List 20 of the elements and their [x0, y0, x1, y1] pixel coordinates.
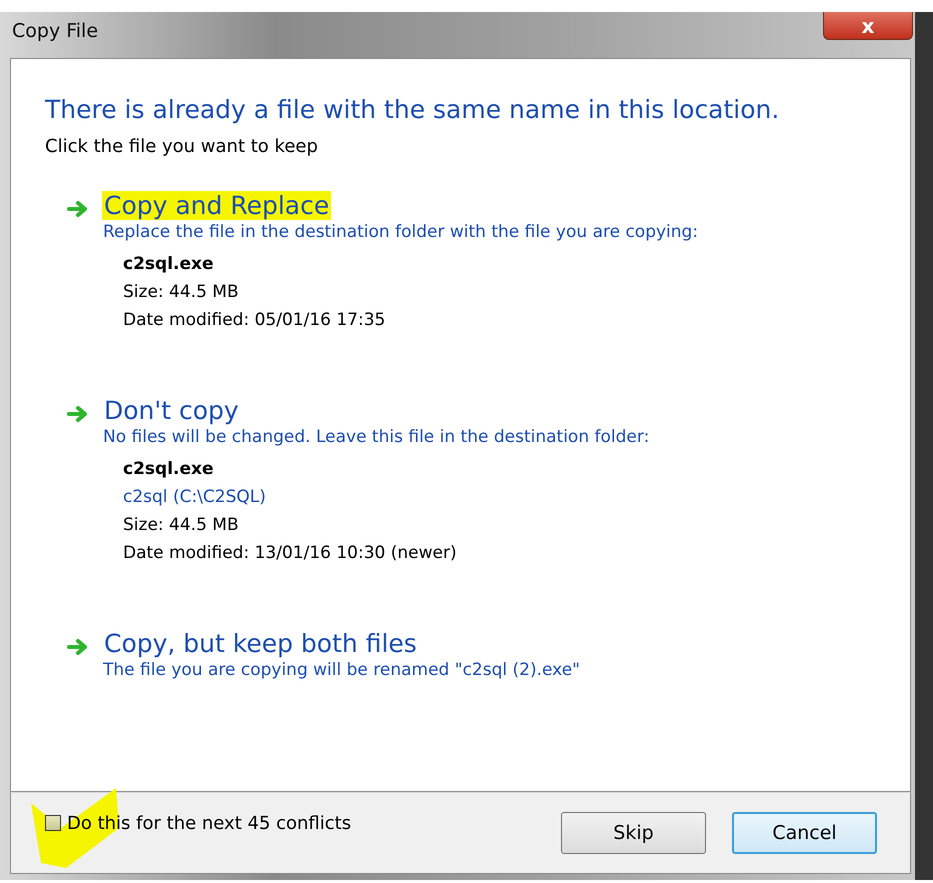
file-detail: Date modified: 05/01/16 17:35 — [123, 309, 386, 332]
file-location-link[interactable]: c2sql (C:\C2SQL) — [123, 483, 910, 511]
dialog-heading: There is already a file with the same name in this location. — [45, 95, 780, 124]
file-name: c2sql.exe — [123, 458, 215, 481]
file-detail: Size: 44.5 MB — [123, 514, 240, 537]
file-detail: Date modified: 13/01/16 10:30 (newer) — [123, 542, 458, 565]
option-title[interactable]: Don't copy — [102, 396, 241, 425]
close-button[interactable]: x — [823, 12, 913, 40]
option-description: No files will be changed. Leave this file in the destination folder: — [103, 427, 650, 447]
option-description: Replace the file in the destination folder with the file you are copying: — [103, 222, 700, 242]
option-title[interactable]: Copy and Replace — [102, 191, 332, 220]
dialog-subheading: Click the file you want to keep — [45, 136, 319, 157]
file-name: c2sql.exe — [123, 253, 215, 276]
dialog-button[interactable]: Cancel — [732, 812, 877, 854]
file-detail: Size: 44.5 MB — [123, 281, 240, 304]
dialog-button[interactable]: Skip — [561, 812, 706, 854]
window-title: Copy File — [12, 20, 98, 42]
option-description: The file you are copying will be renamed "c2sql (2).exe" — [103, 660, 581, 680]
checkbox[interactable] — [45, 815, 61, 831]
option-title[interactable]: Copy, but keep both files — [102, 629, 419, 658]
